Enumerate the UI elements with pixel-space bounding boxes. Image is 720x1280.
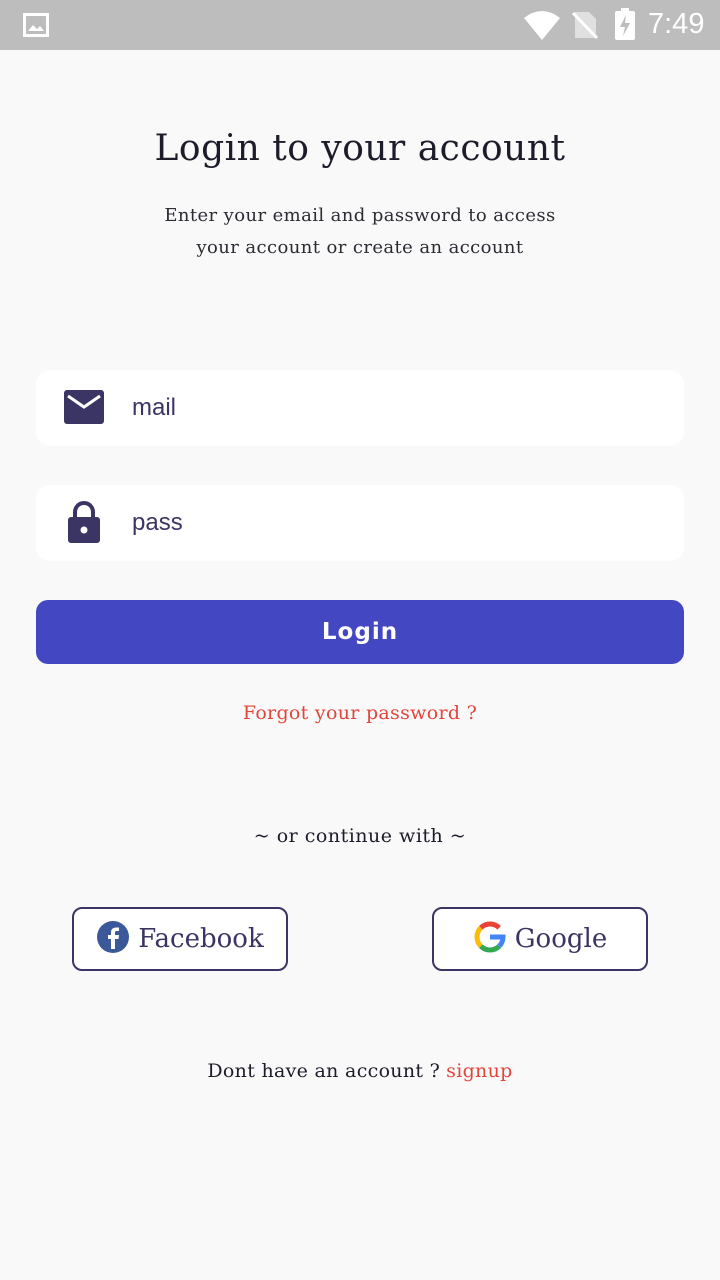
no-sim-icon [571,10,599,44]
signup-link[interactable]: signup [446,1060,512,1082]
status-time: 7:49 [648,8,705,40]
page-subtitle: Enter your email and password to access … [0,200,720,264]
login-button[interactable]: Login [36,600,684,664]
signup-row: Dont have an account ? signup [0,1060,720,1082]
facebook-icon [96,920,130,958]
password-value[interactable]: pass [132,509,183,537]
password-field[interactable]: pass [36,485,684,561]
subtitle-line-1: Enter your email and password to access [164,205,556,226]
mail-icon [64,390,104,428]
forgot-password-link[interactable]: Forgot your password ? [0,702,720,724]
page-title: Login to your account [154,128,566,169]
email-field[interactable]: mail [36,370,684,446]
facebook-label: Facebook [138,924,264,954]
google-icon [473,920,507,958]
email-value[interactable]: mail [132,394,176,422]
google-button[interactable]: Google [432,907,648,971]
status-bar: 7:49 [0,0,720,50]
no-account-text: Dont have an account ? [207,1060,441,1082]
subtitle-line-2: your account or create an account [196,237,524,258]
gallery-icon [23,13,49,41]
battery-charging-icon [614,8,636,44]
continue-with-divider: ~ or continue with ~ [253,825,467,847]
wifi-icon [524,10,560,44]
lock-icon [67,500,101,548]
facebook-button[interactable]: Facebook [72,907,288,971]
google-label: Google [514,924,608,954]
